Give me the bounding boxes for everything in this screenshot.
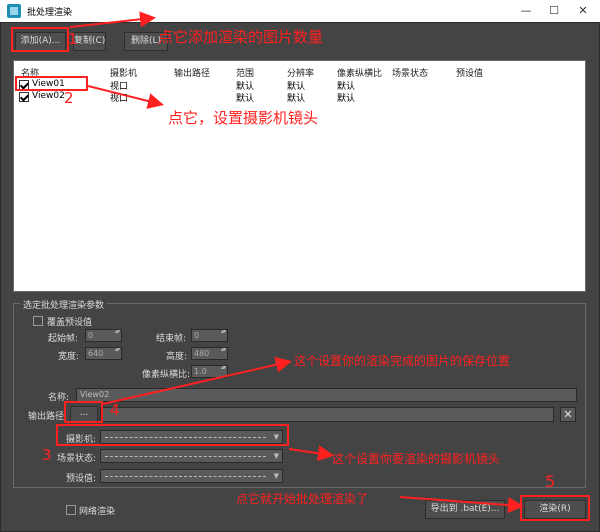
preset-dropdown[interactable]: ▼: [100, 469, 283, 483]
app-icon: [7, 4, 21, 18]
annotation-text-camera-row: 点它，设置摄影机镜头: [168, 109, 319, 127]
end-frame-spinner[interactable]: 0: [191, 329, 228, 342]
end-frame-label: 结束帧:: [156, 334, 187, 344]
name-input[interactable]: View02: [76, 388, 577, 402]
copy-button[interactable]: 复制(C): [73, 32, 106, 51]
preset-label: 预设值:: [66, 474, 97, 484]
maximize-button[interactable]: ☐: [540, 2, 568, 20]
annotation-number-5: 5: [545, 472, 556, 491]
export-bat-button[interactable]: 导出到 .bat(E)...: [425, 500, 505, 519]
row-resolution: 默认: [287, 94, 306, 104]
annotation-box-camera: [56, 424, 289, 446]
pixel-aspect-spinner[interactable]: 1.0: [191, 365, 228, 378]
width-label: 宽度:: [58, 352, 80, 362]
minimize-button[interactable]: —: [512, 2, 540, 20]
column-header-resolution[interactable]: 分辨率: [287, 66, 314, 79]
params-group-title: 选定批处理渲染参数: [20, 298, 108, 311]
title-bar: 批处理渲染 — ☐ ✕: [0, 0, 600, 22]
annotation-text-add: 点它添加渲染的图片数量: [158, 28, 324, 46]
start-frame-spinner[interactable]: 0: [85, 329, 122, 342]
row-name[interactable]: View02: [32, 91, 65, 101]
annotation-text-camera: 这个设置你要渲染的摄影机镜头: [332, 452, 501, 466]
scene-state-label: 场景状态:: [57, 454, 97, 464]
row-checkbox[interactable]: [19, 92, 29, 102]
annotation-number-3: 3: [42, 446, 52, 464]
chevron-down-icon: ▼: [273, 472, 279, 480]
row-range: 默认: [236, 94, 255, 104]
clear-output-button[interactable]: ✕: [560, 407, 576, 422]
annotation-text-output-path: 这个设置你的渲染完成的图片的保存位置: [294, 354, 511, 368]
net-render-label: 网络渲染: [79, 507, 116, 517]
annotation-box-browse: [64, 401, 103, 423]
close-button[interactable]: ✕: [569, 2, 597, 20]
annotation-number-4: 4: [110, 401, 120, 419]
scene-state-dropdown[interactable]: ▼: [100, 449, 283, 463]
pixel-aspect-label: 像素纵横比:: [142, 370, 191, 380]
override-preset-label: 覆盖预设值: [47, 318, 93, 328]
annotation-box-add: [11, 27, 69, 52]
render-list[interactable]: 名称 摄影机 输出路径 范围 分辨率 像素纵横比 场景状态 预设值 View01…: [13, 60, 586, 292]
net-render-checkbox[interactable]: [66, 505, 76, 515]
column-header-aspect[interactable]: 像素纵横比: [337, 66, 382, 79]
override-preset-checkbox[interactable]: [33, 316, 43, 326]
column-header-preset[interactable]: 预设值: [456, 66, 483, 79]
column-header-scene-state[interactable]: 场景状态: [392, 66, 428, 79]
empty-selection-line: [105, 476, 266, 477]
window-title: 批处理渲染: [27, 8, 73, 18]
empty-selection-line: [105, 456, 266, 457]
annotation-number-2: 2: [64, 89, 74, 107]
height-spinner[interactable]: 480: [191, 347, 228, 360]
annotation-text-render: 点它就开始批处理渲染了: [236, 492, 369, 506]
column-header-output[interactable]: 输出路径: [174, 66, 210, 79]
height-label: 高度:: [166, 352, 188, 362]
column-header-range[interactable]: 范围: [236, 66, 254, 79]
width-spinner[interactable]: 640: [85, 347, 122, 360]
chevron-down-icon: ▼: [273, 452, 279, 460]
row-camera: 视口: [110, 94, 129, 104]
output-path-label: 输出路径:: [28, 412, 68, 422]
output-path-input[interactable]: [100, 407, 554, 422]
annotation-box-view01: [15, 76, 88, 91]
row-aspect: 默认: [337, 94, 356, 104]
column-header-camera[interactable]: 摄影机: [110, 66, 137, 79]
annotation-box-render: [520, 495, 590, 521]
annotation-number-1: 1: [68, 30, 78, 48]
start-frame-label: 起始帧:: [48, 334, 79, 344]
